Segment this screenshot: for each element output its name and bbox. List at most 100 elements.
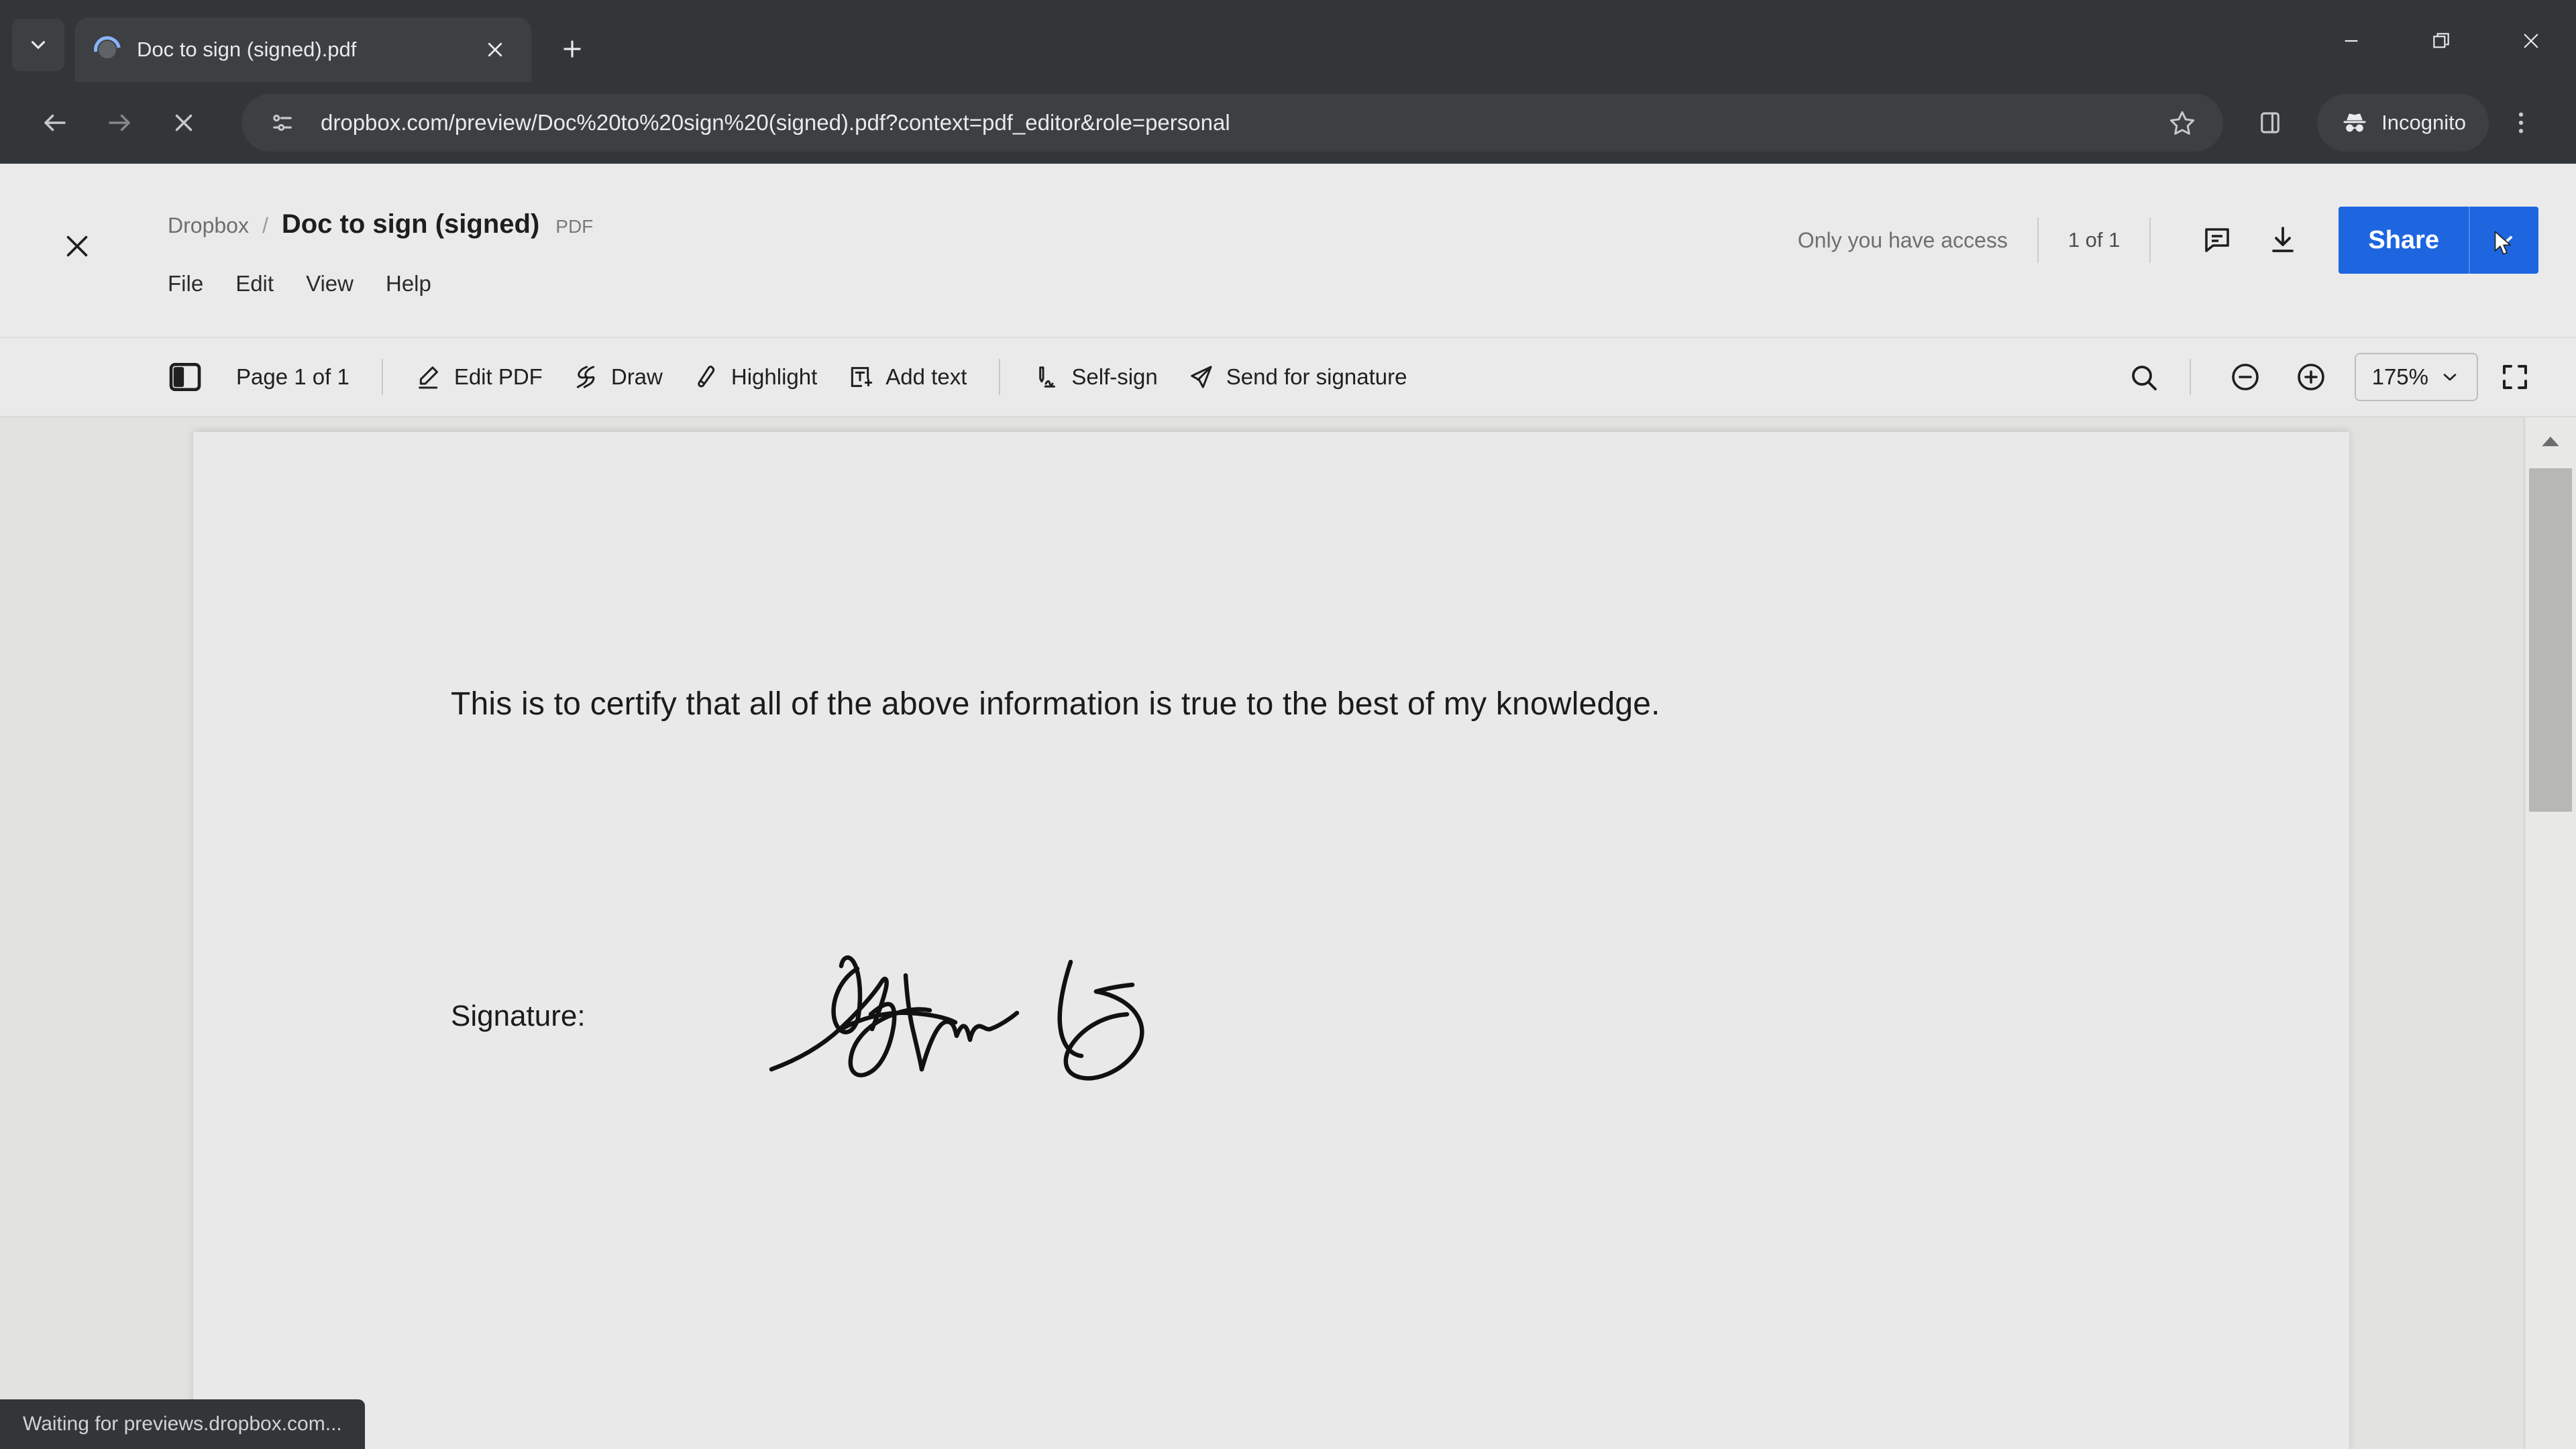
tool-highlight[interactable]: Highlight: [678, 350, 832, 404]
forward-arrow-icon: [109, 114, 130, 131]
zoom-level-value: 175%: [2371, 364, 2428, 389]
fullscreen-icon: [2503, 365, 2527, 389]
side-panel-button[interactable]: [2238, 91, 2302, 155]
page-counter: 1 of 1: [2068, 228, 2121, 252]
menu-edit[interactable]: Edit: [235, 266, 291, 302]
close-preview-button[interactable]: [54, 223, 101, 270]
vertical-scrollbar[interactable]: [2524, 417, 2576, 1449]
browser-window: Doc to sign (signed).pdf dropbox.com/pre…: [0, 0, 2576, 1449]
menu-file[interactable]: File: [168, 266, 221, 302]
sidebar-toggle-button[interactable]: [166, 358, 204, 396]
browser-menu-button[interactable]: [2489, 91, 2553, 155]
document-viewport[interactable]: This is to certify that all of the above…: [0, 417, 2576, 1449]
three-dots-menu-icon: [2518, 112, 2524, 133]
add-text-icon: [851, 367, 873, 387]
tool-label: Edit PDF: [453, 364, 543, 389]
divider: [381, 359, 383, 395]
download-button[interactable]: [2254, 211, 2312, 269]
close-icon: [488, 42, 502, 57]
back-button[interactable]: [23, 91, 87, 155]
tool-label: Draw: [610, 364, 663, 389]
search-icon: [2131, 366, 2157, 390]
comments-button[interactable]: [2188, 211, 2246, 269]
page-indicator-label: Page 1 of 1: [236, 364, 350, 389]
tool-self-sign[interactable]: Self-sign: [1018, 350, 1172, 404]
self-sign-icon: [1039, 366, 1056, 388]
zoom-in-button[interactable]: [2282, 348, 2340, 406]
chevron-up-icon: [2542, 436, 2559, 447]
breadcrumb-root[interactable]: Dropbox: [168, 213, 249, 238]
tab-close-button[interactable]: [476, 31, 514, 68]
plus-icon: [564, 40, 581, 58]
sidebar-toggle-icon: [169, 363, 201, 391]
web-page-content: Dropbox / Doc to sign (signed) PDF File …: [0, 164, 2576, 1449]
dropbox-header: Dropbox / Doc to sign (signed) PDF File …: [0, 164, 2576, 338]
scrollbar-thumb[interactable]: [2529, 468, 2572, 812]
download-icon: [2272, 227, 2294, 252]
incognito-icon: [2343, 113, 2366, 132]
tool-add-text[interactable]: Add text: [832, 350, 981, 404]
header-actions: Only you have access 1 of 1 Share: [1798, 203, 2538, 278]
bookmark-button[interactable]: [2159, 99, 2206, 146]
tool-label: Self-sign: [1071, 364, 1158, 389]
document-body-text: This is to certify that all of the above…: [451, 686, 1660, 722]
scroll-up-button[interactable]: [2525, 427, 2576, 456]
pencil-underline-icon: [418, 366, 438, 389]
restore-icon: [2433, 33, 2449, 48]
window-controls: [2306, 0, 2576, 82]
tool-draw[interactable]: Draw: [557, 350, 678, 404]
tool-label: Add text: [885, 364, 967, 389]
divider: [2149, 217, 2151, 263]
comment-icon: [2205, 228, 2230, 252]
close-window-button[interactable]: [2486, 0, 2576, 82]
menu-help[interactable]: Help: [386, 266, 449, 302]
search-button[interactable]: [2114, 348, 2172, 406]
browser-toolbar: dropbox.com/preview/Doc%20to%20sign%20(s…: [0, 82, 2576, 164]
tool-edit-pdf[interactable]: Edit PDF: [400, 350, 557, 404]
app-menu-bar: File Edit View Help: [168, 266, 464, 302]
fullscreen-button[interactable]: [2486, 348, 2544, 406]
send-signature-icon: [1190, 366, 1212, 388]
handwritten-signature: [769, 955, 1144, 1081]
tool-label: Send for signature: [1226, 364, 1407, 389]
zoom-level-select[interactable]: 175%: [2354, 353, 2478, 401]
page-settings-icon: [273, 114, 292, 131]
close-icon: [66, 235, 88, 257]
tool-send-for-signature[interactable]: Send for signature: [1173, 350, 1422, 404]
zoom-out-button[interactable]: [2216, 348, 2274, 406]
highlighter-icon: [698, 366, 714, 388]
maximize-button[interactable]: [2396, 0, 2486, 82]
access-status: Only you have access: [1797, 227, 2008, 252]
tab-search-button[interactable]: [12, 19, 64, 71]
status-bar: Waiting for previews.dropbox.com...: [0, 1399, 365, 1449]
breadcrumb: Dropbox / Doc to sign (signed) PDF: [168, 209, 593, 239]
incognito-indicator[interactable]: Incognito: [2317, 94, 2489, 152]
chevron-down-icon: [2496, 235, 2512, 245]
zoom-in-icon: [2297, 364, 2324, 390]
minimize-button[interactable]: [2306, 0, 2396, 82]
menu-view[interactable]: View: [306, 266, 371, 302]
forward-button[interactable]: [87, 91, 152, 155]
close-icon: [2524, 34, 2538, 48]
pdf-page: This is to certify that all of the above…: [193, 432, 2349, 1449]
tool-label: Highlight: [731, 364, 818, 389]
address-bar[interactable]: dropbox.com/preview/Doc%20to%20sign%20(s…: [241, 94, 2224, 152]
loading-spinner-icon: [89, 31, 126, 68]
tab-title: Doc to sign (signed).pdf: [137, 38, 357, 61]
stop-loading-button[interactable]: [152, 91, 216, 155]
breadcrumb-separator: /: [262, 213, 268, 237]
minimize-icon: [2345, 40, 2358, 42]
share-dropdown-button[interactable]: [2469, 207, 2538, 274]
star-icon: [2170, 111, 2195, 135]
share-button-group: Share: [2339, 207, 2538, 274]
chevron-down-icon: [2443, 374, 2457, 381]
site-settings-button[interactable]: [259, 99, 306, 146]
side-panel-icon: [2261, 112, 2279, 133]
browser-tab[interactable]: Doc to sign (signed).pdf: [75, 17, 531, 82]
zoom-out-icon: [2231, 364, 2259, 390]
incognito-label: Incognito: [2381, 111, 2466, 134]
divider: [999, 359, 1001, 395]
share-button[interactable]: Share: [2339, 207, 2469, 274]
new-tab-button[interactable]: [546, 23, 598, 75]
stop-loading-icon: [175, 114, 193, 131]
